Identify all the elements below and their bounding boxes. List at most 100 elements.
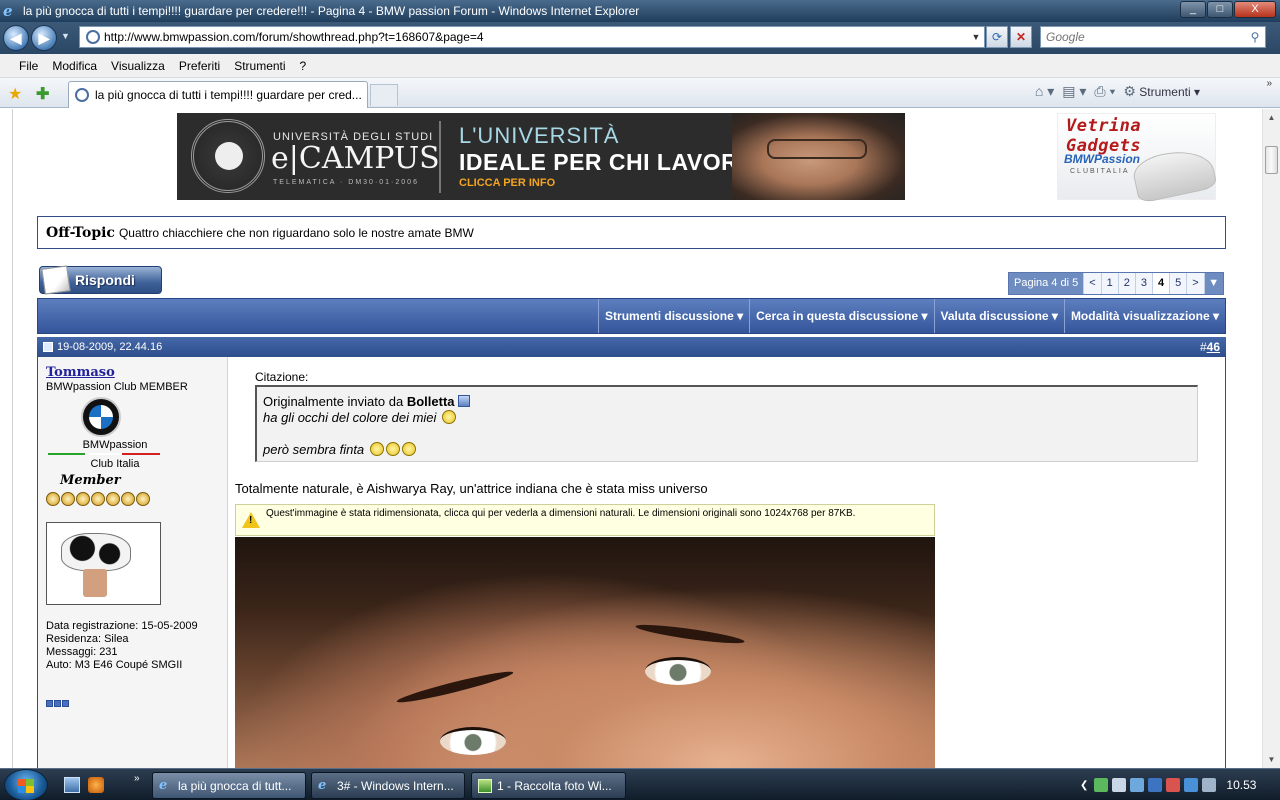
forum-section-header: Off-Topic Quattro chiacchiere che non ri…: [37, 216, 1226, 249]
pager-next[interactable]: >: [1186, 273, 1204, 294]
url-dropdown-icon[interactable]: ▼: [968, 32, 984, 42]
recent-pages-chevron-icon[interactable]: ▼: [61, 31, 70, 41]
pager-prev[interactable]: <: [1083, 273, 1101, 294]
menu-file[interactable]: File: [12, 59, 45, 73]
home-icon[interactable]: ⌂ ▾: [1035, 83, 1054, 100]
seal-center: [215, 142, 243, 170]
url-field[interactable]: http://www.bmwpassion.com/forum/showthre…: [79, 26, 985, 48]
start-button[interactable]: [4, 769, 48, 800]
favorites-star-icon[interactable]: ★: [8, 84, 22, 104]
pager-jump-chevron-icon[interactable]: ▼: [1203, 273, 1223, 294]
quote-line-2-text: però sembra finta: [263, 442, 365, 457]
volume-icon[interactable]: [1202, 778, 1217, 792]
media-player-icon[interactable]: [88, 777, 104, 793]
menu-modifica[interactable]: Modifica: [45, 59, 104, 73]
pager-page-2[interactable]: 2: [1117, 273, 1135, 294]
post-message: Citazione: Originalmente inviato da Boll…: [235, 357, 1220, 768]
close-button[interactable]: X: [1234, 1, 1276, 18]
rate-thread-menu[interactable]: Valuta discussione ▾: [933, 299, 1064, 333]
gadgets-banner[interactable]: Vetrina Gadgets BMWPassion CLUBITALIA: [1057, 113, 1218, 204]
avatar: [46, 522, 161, 605]
banner-line2: IDEALE PER CHI LAVORA: [459, 149, 756, 175]
photo-brow-left: [395, 667, 515, 707]
thread-tools-label: Strumenti discussione: [605, 309, 734, 323]
tools-menu[interactable]: ⚙ Strumenti ▾: [1123, 83, 1200, 100]
status-icon: [46, 700, 53, 707]
user-title: BMWpassion Club MEMBER: [46, 381, 188, 393]
tray-expand-icon[interactable]: ❮: [1080, 780, 1088, 791]
search-thread-menu[interactable]: Cerca in questa discussione ▾: [749, 299, 933, 333]
pager-page-5[interactable]: 5: [1169, 273, 1187, 294]
new-tab-button[interactable]: [370, 84, 398, 106]
forward-button[interactable]: ▶: [31, 25, 57, 51]
taskbar-item-label: 3# - Windows Intern...: [337, 778, 454, 793]
scroll-down-icon[interactable]: ▼: [1263, 751, 1280, 768]
network-icon[interactable]: [1184, 778, 1199, 792]
stop-button[interactable]: ✕: [1010, 26, 1032, 48]
pager-page-1[interactable]: 1: [1100, 273, 1118, 294]
ie-icon: e: [159, 777, 168, 793]
display-mode-menu[interactable]: Modalità visualizzazione ▾: [1063, 299, 1225, 333]
pager-page-3[interactable]: 3: [1134, 273, 1153, 294]
url-text[interactable]: http://www.bmwpassion.com/forum/showthre…: [104, 30, 968, 44]
back-button[interactable]: ◀: [3, 25, 29, 51]
add-favorite-icon[interactable]: ✚: [36, 84, 49, 104]
tray-app-icon[interactable]: [1130, 778, 1145, 792]
banner-brand: e|CAMPUS: [271, 141, 440, 176]
print-icon[interactable]: ⎙ ▾: [1094, 83, 1115, 100]
search-thread-label: Cerca in questa discussione: [756, 309, 919, 323]
scroll-thumb[interactable]: [1265, 146, 1278, 174]
post-image[interactable]: [235, 537, 935, 768]
taskbar-item-ie[interactable]: e 3# - Windows Intern...: [311, 772, 465, 799]
photo-brow-right: [634, 621, 746, 647]
menu-preferiti[interactable]: Preferiti: [172, 59, 227, 73]
section-title[interactable]: Off-Topic: [46, 225, 115, 241]
tray-app-icon[interactable]: [1166, 778, 1181, 792]
minimize-button[interactable]: _: [1180, 1, 1206, 18]
more-chevron-icon[interactable]: »: [1266, 78, 1272, 89]
post-number: #46: [1200, 340, 1220, 354]
search-input[interactable]: [1041, 30, 1245, 44]
menu-help[interactable]: ?: [293, 59, 314, 73]
gadgets-sub: CLUBITALIA: [1070, 168, 1130, 175]
thread-tools-bar: Strumenti discussione ▾ Cerca in questa …: [37, 298, 1226, 334]
scroll-up-icon[interactable]: ▲: [1263, 109, 1280, 126]
tray-app-icon[interactable]: [1094, 778, 1109, 792]
quicklaunch-more-icon[interactable]: »: [134, 773, 140, 784]
post-text: Totalmente naturale, è Aishwarya Ray, un…: [235, 481, 708, 496]
tray-app-icon[interactable]: [1112, 778, 1127, 792]
search-box[interactable]: ⚲: [1040, 26, 1266, 48]
refresh-button[interactable]: ⟳: [986, 26, 1008, 48]
thread-tools-menu[interactable]: Strumenti discussione ▾: [598, 299, 749, 333]
search-icon[interactable]: ⚲: [1245, 30, 1265, 44]
quote-box: Originalmente inviato da Bolletta ha gli…: [255, 385, 1198, 462]
tray-app-icon[interactable]: [1148, 778, 1163, 792]
photo-gallery-icon: [478, 778, 492, 793]
user-rank: Member: [60, 473, 121, 488]
pager-page-4-current: 4: [1152, 273, 1170, 294]
show-desktop-icon[interactable]: [64, 777, 80, 793]
reputation-icon: [121, 492, 135, 506]
window-controls: _ □ X: [1179, 1, 1276, 18]
tab-active[interactable]: la più gnocca di tutti i tempi!!!! guard…: [68, 81, 368, 108]
confused-smiley-icon: [369, 442, 384, 456]
reputation-icon: [46, 492, 60, 506]
post-number-link[interactable]: 46: [1207, 340, 1220, 354]
username-link[interactable]: Tommaso: [46, 365, 115, 380]
gadgets-title: Vetrina Gadgets: [1066, 116, 1142, 156]
resize-notice[interactable]: ! Quest'immagine è stata ridimensionata,…: [235, 504, 935, 536]
clock[interactable]: 10.53: [1226, 778, 1256, 792]
menu-visualizza[interactable]: Visualizza: [104, 59, 172, 73]
vertical-scrollbar[interactable]: ▲ ▼: [1262, 109, 1280, 768]
menu-strumenti[interactable]: Strumenti: [227, 59, 292, 73]
maximize-button[interactable]: □: [1207, 1, 1233, 18]
web-page: UNIVERSITÀ DEGLI STUDI e|CAMPUS TELEMATI…: [0, 109, 1262, 768]
taskbar-item-gallery[interactable]: 1 - Raccolta foto Wi...: [471, 772, 626, 799]
ecampus-banner[interactable]: UNIVERSITÀ DEGLI STUDI e|CAMPUS TELEMATI…: [177, 113, 905, 200]
tools-label: Strumenti: [1139, 85, 1191, 99]
feeds-icon[interactable]: ▤ ▾: [1062, 83, 1086, 100]
reply-button[interactable]: Rispondi: [39, 265, 162, 295]
post-date: 19-08-2009, 22.44.16: [57, 341, 163, 353]
taskbar-item-forum[interactable]: e la più gnocca di tutt...: [152, 772, 306, 799]
goto-post-icon[interactable]: [457, 395, 470, 407]
